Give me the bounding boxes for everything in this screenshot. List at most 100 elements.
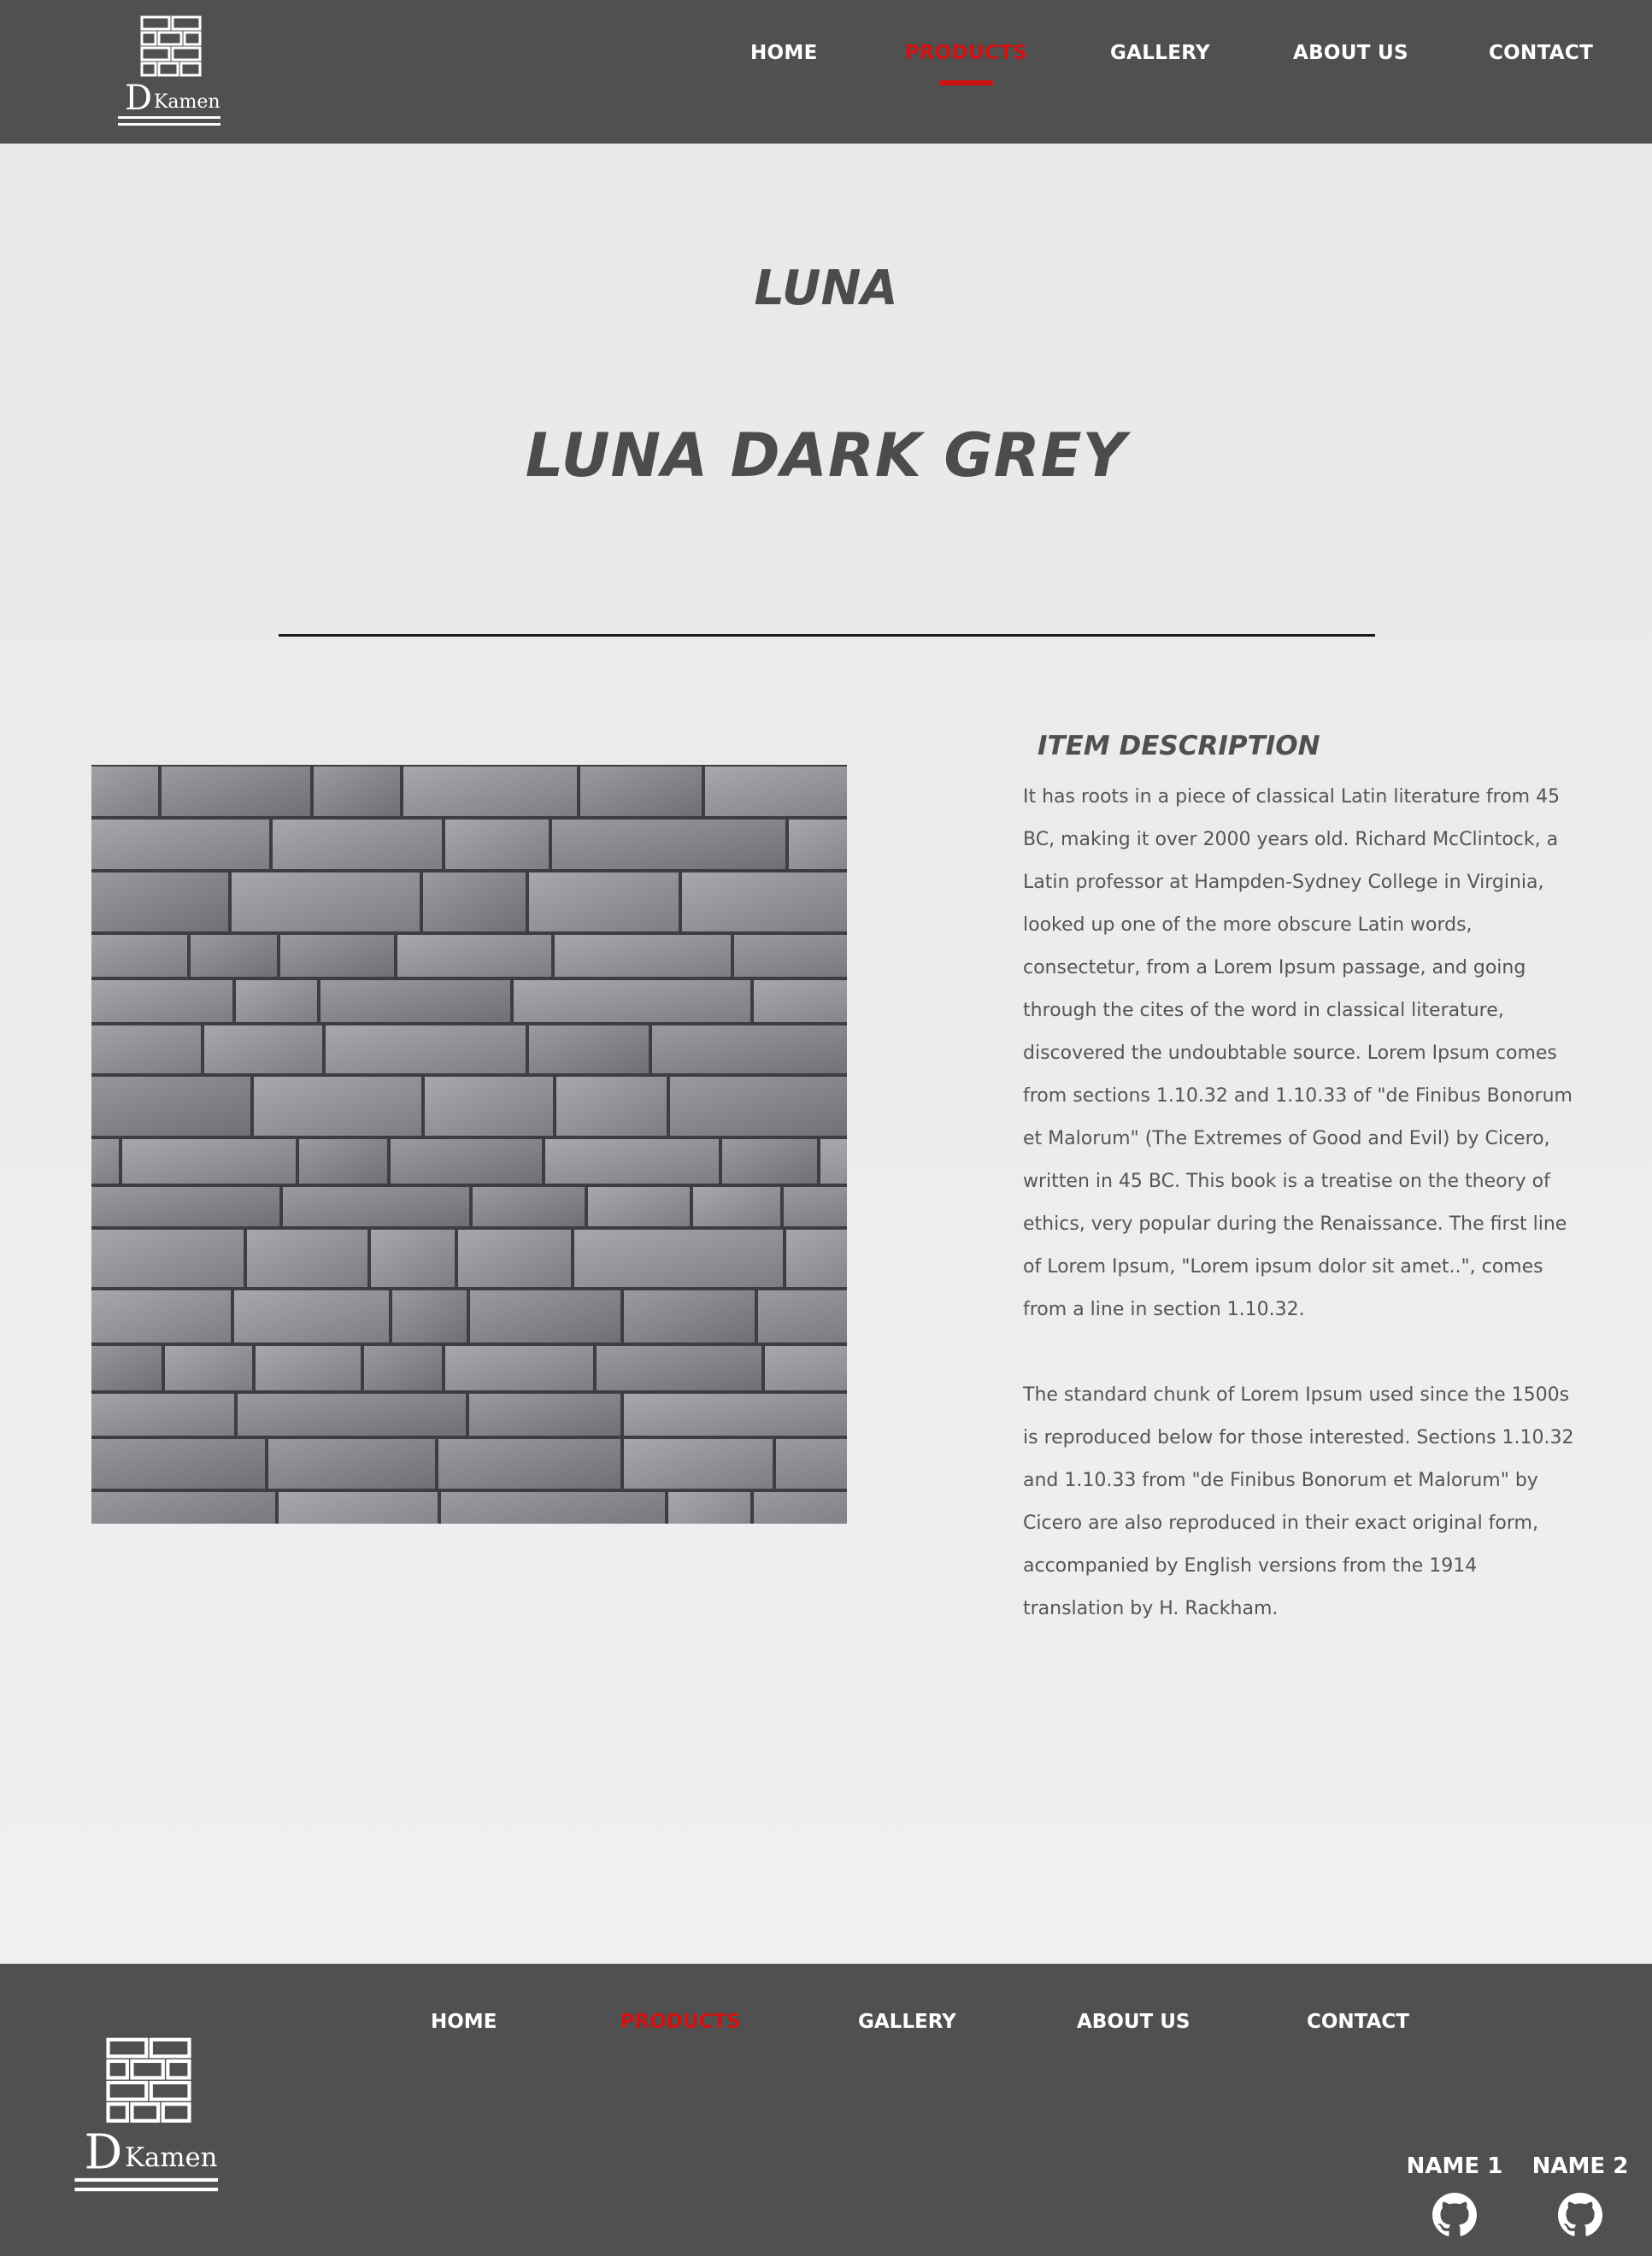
stone-block [423, 872, 526, 931]
stone-block [91, 1187, 279, 1226]
stone-block [705, 767, 847, 816]
divider [279, 634, 1375, 637]
stone-block [758, 1290, 847, 1342]
footer-nav-about-us[interactable]: ABOUT US [1077, 2011, 1190, 2033]
stone-block [234, 1290, 389, 1342]
stone-block [776, 1439, 847, 1489]
site-footer: D Kamen HOME PRODUCTS GALLERY ABOUT US C… [0, 1964, 1652, 2256]
stone-block [273, 820, 442, 869]
stone-block [441, 1492, 665, 1524]
stone-block [722, 1139, 817, 1184]
stone-block [256, 1346, 361, 1390]
stone-block [580, 767, 702, 816]
nav-products[interactable]: PRODUCTS [905, 42, 1028, 85]
stone-block [652, 1025, 847, 1073]
nav-about-label: ABOUT US [1293, 42, 1408, 64]
stone-block [438, 1439, 620, 1489]
stone-block [91, 872, 228, 931]
stone-block [91, 980, 232, 1022]
description-paragraph-2: The standard chunk of Lorem Ipsum used s… [1023, 1384, 1574, 1619]
footer-nav-gallery[interactable]: GALLERY [858, 2011, 956, 2033]
active-indicator [938, 80, 994, 85]
stone-block [364, 1346, 442, 1390]
stone-block [91, 1077, 250, 1136]
stone-block [445, 1346, 593, 1390]
nav-about-us[interactable]: ABOUT US [1293, 42, 1408, 64]
stone-wall-image [91, 765, 847, 1524]
stone-block [91, 935, 187, 977]
site-header: D Kamen HOME PRODUCTS GALLERY ABOUT US C… [0, 0, 1652, 144]
nav-home[interactable]: HOME [750, 42, 818, 64]
stone-block [280, 935, 394, 977]
stone-block [91, 1439, 265, 1489]
stone-block [326, 1025, 526, 1073]
stone-block [754, 1492, 847, 1524]
item-description-heading: ITEM DESCRIPTION [1038, 731, 1320, 761]
nav-gallery-label: GALLERY [1110, 42, 1210, 64]
stone-block [734, 935, 847, 977]
nav-products-label: PRODUCTS [905, 42, 1028, 64]
stone-block [204, 1025, 322, 1073]
member-name: NAME 1 [1406, 2153, 1503, 2179]
stone-block [314, 767, 400, 816]
nav-gallery[interactable]: GALLERY [1110, 42, 1210, 64]
stone-block [529, 1025, 649, 1073]
stone-block [693, 1187, 780, 1226]
stone-block [425, 1077, 553, 1136]
description-paragraph-1: It has roots in a piece of classical Lat… [1023, 786, 1573, 1320]
stone-block [236, 980, 317, 1022]
stone-block [371, 1230, 455, 1287]
team-member-2: NAME 2 [1529, 2153, 1631, 2241]
stone-block [91, 1492, 275, 1524]
stone-block [588, 1187, 690, 1226]
github-icon [1432, 2193, 1477, 2236]
nav-contact[interactable]: CONTACT [1489, 42, 1593, 64]
stone-block [514, 980, 750, 1022]
stone-block [397, 935, 551, 977]
nav-home-label: HOME [750, 42, 818, 64]
stone-block [624, 1394, 847, 1436]
stone-block [556, 1077, 667, 1136]
stone-block [529, 872, 679, 931]
footer-nav-contact[interactable]: CONTACT [1307, 2011, 1409, 2033]
stone-block [445, 820, 549, 869]
footer-logo[interactable]: D Kamen [73, 2037, 224, 2200]
stone-block [786, 1230, 847, 1287]
footer-nav-products[interactable]: PRODUCTS [620, 2011, 741, 2033]
stone-block [555, 935, 731, 977]
stone-block [91, 1394, 234, 1436]
stone-block [624, 1290, 755, 1342]
footer-nav-home[interactable]: HOME [431, 2011, 497, 2033]
stone-block [784, 1187, 847, 1226]
stone-block [299, 1139, 387, 1184]
member-1-github-link[interactable] [1432, 2193, 1477, 2241]
stone-block [91, 1230, 244, 1287]
stone-block [670, 1077, 847, 1136]
logo[interactable]: D Kamen [118, 15, 224, 132]
stone-block [238, 1394, 466, 1436]
stone-block [754, 980, 847, 1022]
stone-block [470, 1290, 620, 1342]
stone-block [458, 1230, 571, 1287]
stone-block [91, 767, 158, 816]
stone-block [320, 980, 510, 1022]
stone-block [165, 1346, 252, 1390]
brick-logo-icon: D Kamen [118, 15, 220, 126]
member-2-github-link[interactable] [1558, 2193, 1602, 2241]
svg-text:Kamen: Kamen [154, 91, 220, 113]
stone-block [91, 1025, 201, 1073]
stone-block [403, 767, 577, 816]
svg-text:Kamen: Kamen [125, 2142, 217, 2173]
stone-block [682, 872, 847, 931]
stone-block [91, 1290, 231, 1342]
stone-block [279, 1492, 438, 1524]
stone-block [765, 1346, 847, 1390]
stone-block [574, 1230, 783, 1287]
stone-block [392, 1290, 467, 1342]
stone-block [268, 1439, 435, 1489]
stone-block [247, 1230, 367, 1287]
stone-block [391, 1139, 542, 1184]
stone-block [162, 767, 310, 816]
svg-text:D: D [85, 2125, 123, 2181]
team-member-1: NAME 1 [1403, 2153, 1506, 2241]
